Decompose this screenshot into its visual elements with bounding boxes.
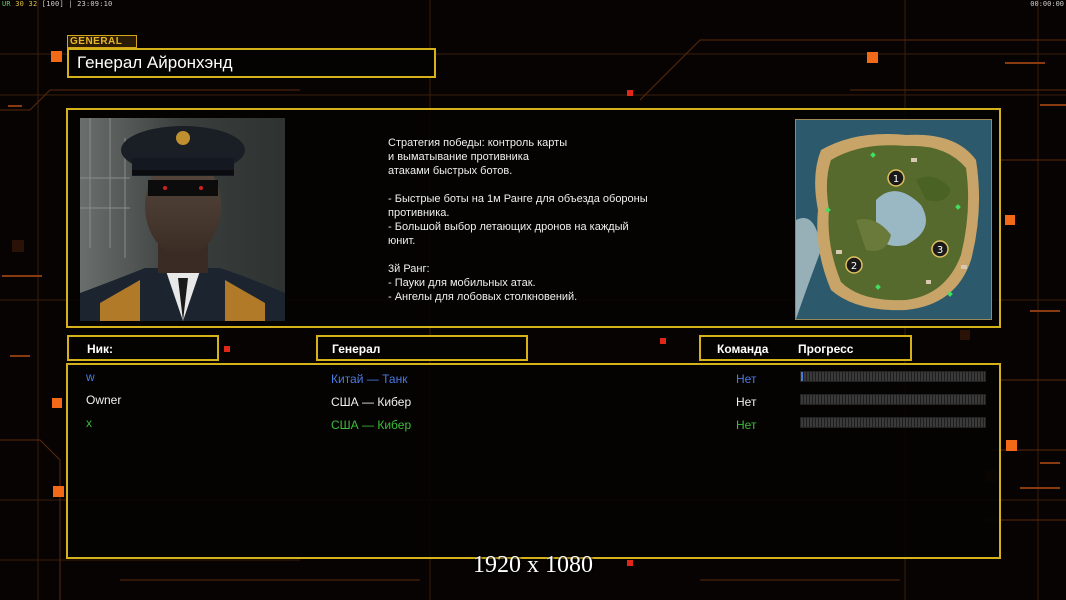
player-progress-fill [801,372,803,381]
players-panel: w Китай — Танк Нет Owner США — Кибер Нет… [66,363,1001,559]
map-marker-3: 3 [931,240,949,258]
svg-text:2: 2 [851,261,857,272]
player-progress-bar [800,394,986,405]
player-progress-bar [800,371,986,382]
column-header-progress: Прогресс [798,342,854,356]
player-row[interactable]: w Китай — Танк Нет [68,368,999,390]
player-team: Нет [736,418,757,432]
player-general: США — Кибер [331,395,412,409]
player-nick: w [86,370,95,384]
player-nick: x [86,416,92,430]
map-marker-1: 1 [887,169,905,187]
column-header-general: Генерал [316,335,528,361]
general-portrait [80,118,285,321]
map-marker-2: 2 [845,256,863,274]
player-progress-bar [800,417,986,428]
general-description: Стратегия победы: контроль карты и вымат… [388,137,648,303]
map-preview[interactable]: 1 2 3 [795,119,992,320]
player-general: Китай — Танк [331,372,408,386]
player-row[interactable]: Owner США — Кибер Нет [68,391,999,413]
svg-text:1: 1 [893,174,899,185]
column-header-nick: Ник: [67,335,219,361]
general-title: Генерал Айронхэнд [67,48,436,78]
general-tag: GENERAL [67,35,137,48]
player-general: США — Кибер [331,418,412,432]
status-readout: UR 30 32 [100] | 23:09:10 [2,0,113,8]
general-info-panel: Стратегия победы: контроль карты и вымат… [66,108,1001,328]
player-nick: Owner [86,393,122,407]
player-team: Нет [736,372,757,386]
clock: 00:00:00 [1030,0,1064,8]
player-row[interactable]: x США — Кибер Нет [68,414,999,436]
svg-text:3: 3 [937,245,943,256]
player-team: Нет [736,395,757,409]
column-header-team: Команда [717,342,769,356]
resolution-label: 1920 x 1080 [473,552,593,578]
column-header-team-progress: Команда Прогресс [699,335,912,361]
